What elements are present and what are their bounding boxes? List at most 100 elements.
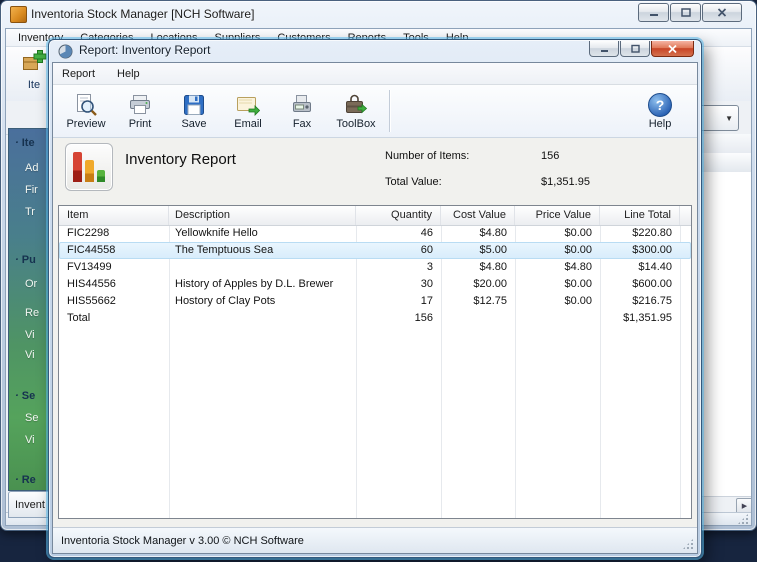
col-header-quantity[interactable]: Quantity [356,206,441,225]
table-row[interactable]: HIS55662 Hostory of Clay Pots 17 $12.75 … [59,293,691,310]
minimize-icon [600,49,608,52]
sidebar-item-order[interactable]: Or [25,278,37,290]
pie-chart-icon [58,44,73,59]
resize-grip-icon[interactable] [737,513,749,525]
sidebar-section-sell[interactable]: · Se [15,390,35,402]
preview-button[interactable]: Preview [59,91,113,132]
sidebar-section-purchases[interactable]: · Pu [15,254,36,266]
inventory-tab-label: Invent [15,498,45,511]
table-row[interactable]: FV13499 3 $4.80 $4.80 $14.40 [59,259,691,276]
email-button[interactable]: Email [221,91,275,132]
col-header-description[interactable]: Description [169,206,356,225]
dialog-statusbar: Inventoria Stock Manager v 3.00 © NCH So… [53,527,697,553]
help-label: Help [648,117,672,130]
table-row[interactable]: HIS44556 History of Apples by D.L. Brewe… [59,276,691,293]
cell-cost-value: $4.80 [479,261,507,273]
help-button[interactable]: ? Help [633,91,687,132]
cell-item: HIS55662 [67,295,116,307]
main-titlebar[interactable]: Inventoria Stock Manager [NCH Software] [1,1,756,28]
cell-description: History of Apples by D.L. Brewer [175,278,334,290]
sidebar-item-view-2[interactable]: Vi [25,349,35,361]
dialog-caption-buttons [588,41,694,57]
toolbox-button[interactable]: ToolBox [329,91,383,132]
cell-quantity: 156 [414,312,433,324]
print-icon [130,94,150,114]
sidebar-item-add[interactable]: Ad [25,162,38,174]
close-icon [717,8,727,17]
minimize-icon [649,14,658,16]
dialog-titlebar[interactable]: Report: Inventory Report [49,40,701,62]
dialog-body: Report Help Preview Print Save Email Fax… [52,62,698,554]
cell-cost-value [441,310,515,327]
sidebar-section-items[interactable]: · Ite [15,137,35,149]
email-label: Email [234,117,262,130]
main-window-title: Inventoria Stock Manager [NCH Software] [31,7,255,21]
cell-line-total: $300.00 [632,244,672,256]
cell-line-total: $600.00 [632,278,672,290]
dialog-menu-report[interactable]: Report [62,68,95,80]
col-header-price-value[interactable]: Price Value [515,206,600,225]
preview-label: Preview [66,117,106,130]
sidebar-section-reports[interactable]: · Re [15,474,36,486]
fax-icon [293,94,311,112]
col-header-item[interactable]: Item [59,206,169,225]
chevron-down-icon: ▼ [725,113,733,123]
maximize-icon [630,44,640,53]
maximize-button[interactable] [670,3,701,22]
toolbox-label: ToolBox [336,117,376,130]
desktop: Inventoria Stock Manager [NCH Software] … [0,0,757,562]
bar-chart-icon [65,143,113,191]
email-icon [237,96,260,116]
maximize-icon [680,8,691,17]
cell-price-value: $0.00 [564,295,592,307]
toolbar-separator [389,90,390,132]
sidebar-item-view-1[interactable]: Vi [25,329,35,341]
resize-grip-icon[interactable] [682,538,694,550]
table-total-row[interactable]: Total 156 $1,351.95 [59,310,691,327]
cell-description [169,310,356,327]
cell-quantity: 60 [420,244,433,256]
cell-price-value: $0.00 [564,244,592,256]
cell-description: Hostory of Clay Pots [175,295,276,307]
sidebar-item-transfer[interactable]: Tr [25,206,35,218]
cell-line-total: $220.80 [632,227,672,239]
toolbox-icon [346,94,368,113]
cell-price-value [515,310,600,327]
cell-description: Yellowknife Hello [175,227,258,239]
dialog-minimize-button[interactable] [589,41,619,57]
minimize-button[interactable] [638,3,669,22]
table-body: FIC2298 Yellowknife Hello 46 $4.80 $0.00… [59,225,691,518]
sidebar-item-view-3[interactable]: Vi [25,434,35,446]
col-header-cost-value[interactable]: Cost Value [441,206,515,225]
save-icon [184,94,204,115]
dialog-close-button[interactable] [651,41,694,57]
col-header-line-total[interactable]: Line Total [600,206,680,225]
add-item-icon [23,50,47,70]
preview-icon [77,93,97,116]
sidebar-item-sell[interactable]: Se [25,412,38,424]
cell-quantity: 30 [420,278,433,290]
save-button[interactable]: Save [167,91,221,132]
cell-description [169,259,356,276]
close-button[interactable] [702,3,742,22]
total-value-label: Total Value: [385,176,442,188]
dialog-menu-help[interactable]: Help [117,68,140,80]
dialog-maximize-button[interactable] [620,41,650,57]
cell-cost-value: $20.00 [473,278,507,290]
table-row-selected[interactable]: FIC44558 The Temptuous Sea 60 $5.00 $0.0… [59,242,691,259]
cell-cost-value: $12.75 [473,295,507,307]
cell-cost-value: $4.80 [479,227,507,239]
table-row[interactable]: FIC2298 Yellowknife Hello 46 $4.80 $0.00… [59,225,691,242]
table-header-row[interactable]: Item Description Quantity Cost Value Pri… [59,206,691,226]
cell-price-value: $4.80 [564,261,592,273]
print-button[interactable]: Print [113,91,167,132]
dialog-toolbar: Preview Print Save Email Fax ToolBox ? H… [53,85,697,138]
sidebar-item-find[interactable]: Fir [25,184,38,196]
cell-item: FV13499 [67,261,112,273]
num-items-value: 156 [541,150,560,162]
sidebar-item-receive[interactable]: Re [25,307,39,319]
dialog-menubar: Report Help [53,63,697,85]
cell-description: The Temptuous Sea [175,244,274,256]
cell-quantity: 3 [426,261,433,273]
fax-button[interactable]: Fax [275,91,329,132]
